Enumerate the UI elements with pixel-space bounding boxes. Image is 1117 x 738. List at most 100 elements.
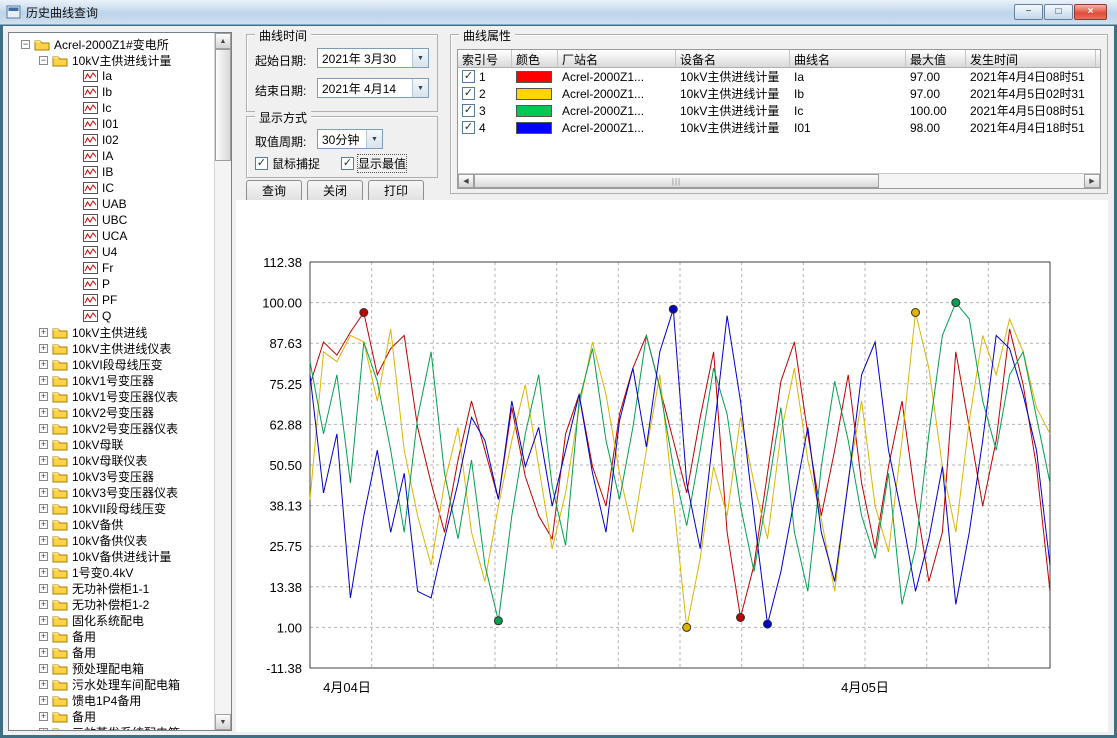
close-button[interactable]: 关闭 <box>307 180 363 202</box>
title-bar[interactable]: 历史曲线查询 − □ × <box>0 0 1117 25</box>
expand-icon[interactable]: + <box>39 504 48 513</box>
tree-scrollbar[interactable]: ▲ ▼ <box>214 33 231 730</box>
expand-icon[interactable]: + <box>39 680 48 689</box>
expand-icon[interactable]: + <box>39 632 48 641</box>
tree-item[interactable]: PF <box>9 292 214 308</box>
tree-item[interactable]: Ia <box>9 68 214 84</box>
tree-item[interactable]: +10kVI段母线压变 <box>9 356 214 372</box>
column-header[interactable]: 颜色 <box>512 50 558 67</box>
tree-item[interactable]: IA <box>9 148 214 164</box>
dropdown-arrow-icon[interactable]: ▼ <box>412 79 428 97</box>
show-extremes-checkbox[interactable]: ✓ 显示最值 <box>341 155 406 172</box>
dropdown-arrow-icon[interactable]: ▼ <box>366 130 382 148</box>
row-checkbox-checked-icon[interactable]: ✓ <box>462 70 475 83</box>
tree-item[interactable]: UCA <box>9 228 214 244</box>
tree-item[interactable]: +10kV备供仪表 <box>9 532 214 548</box>
expand-icon[interactable]: + <box>39 472 48 481</box>
tree-item[interactable]: +无功补偿柜1-1 <box>9 580 214 596</box>
tree-item[interactable]: +10kV1号变压器 <box>9 372 214 388</box>
row-checkbox-checked-icon[interactable]: ✓ <box>462 87 475 100</box>
expand-icon[interactable]: + <box>39 440 48 449</box>
collapse-icon[interactable]: − <box>39 56 48 65</box>
tree-item[interactable]: Q <box>9 308 214 324</box>
expand-icon[interactable]: + <box>39 344 48 353</box>
trend-chart[interactable]: 112.38100.0087.6375.2562.8850.5038.1325.… <box>236 200 1108 732</box>
tree-item[interactable]: +10kV备供进线计量 <box>9 548 214 564</box>
grid-hscrollbar[interactable]: ◀ ||| ▶ <box>458 173 1100 188</box>
tree-item[interactable]: +10kV2号变压器仪表 <box>9 420 214 436</box>
tree-item[interactable]: +固化系统配电 <box>9 612 214 628</box>
tree-item[interactable]: IB <box>9 164 214 180</box>
scroll-right-icon[interactable]: ▶ <box>1084 174 1100 188</box>
expand-icon[interactable]: + <box>39 552 48 561</box>
tree-item[interactable]: +10kV1号变压器仪表 <box>9 388 214 404</box>
minimize-icon[interactable]: − <box>1014 4 1043 20</box>
start-date-select[interactable]: 2021年 3月30 ▼ <box>317 48 429 68</box>
expand-icon[interactable]: + <box>39 360 48 369</box>
checkbox-checked-icon[interactable]: ✓ <box>255 157 268 170</box>
expand-icon[interactable]: + <box>39 712 48 721</box>
row-checkbox-checked-icon[interactable]: ✓ <box>462 121 475 134</box>
curve-row[interactable]: ✓4Acrel-2000Z1...10kV主供进线计量I0198.002021年… <box>458 119 1100 136</box>
column-header[interactable]: 设备名 <box>676 50 790 67</box>
column-header[interactable]: 发生时间 <box>966 50 1096 67</box>
expand-icon[interactable]: + <box>39 392 48 401</box>
expand-icon[interactable]: + <box>39 728 48 731</box>
tree-view[interactable]: −Acrel-2000Z1#变电所−10kV主供进线计量IaIbIcI01I02… <box>9 33 214 730</box>
close-icon[interactable]: × <box>1074 4 1107 20</box>
hscroll-thumb[interactable]: ||| <box>474 174 879 188</box>
tree-item[interactable]: +10kV2号变压器 <box>9 404 214 420</box>
tree-item[interactable]: −Acrel-2000Z1#变电所 <box>9 36 214 52</box>
column-header[interactable]: 厂站名 <box>558 50 676 67</box>
tree-item[interactable]: +预处理配电箱 <box>9 660 214 676</box>
expand-icon[interactable]: + <box>39 520 48 529</box>
tree-item[interactable]: +备用 <box>9 644 214 660</box>
expand-icon[interactable]: + <box>39 488 48 497</box>
print-button[interactable]: 打印 <box>368 180 424 202</box>
tree-item[interactable]: UBC <box>9 212 214 228</box>
expand-icon[interactable]: + <box>39 536 48 545</box>
tree-item[interactable]: +10kV主供进线仪表 <box>9 340 214 356</box>
tree-item[interactable]: U4 <box>9 244 214 260</box>
curve-row[interactable]: ✓1Acrel-2000Z1...10kV主供进线计量Ia97.002021年4… <box>458 68 1100 85</box>
tree-item[interactable]: P <box>9 276 214 292</box>
column-header[interactable]: 索引号 <box>458 50 512 67</box>
expand-icon[interactable]: + <box>39 424 48 433</box>
tree-item[interactable]: +10kV3号变压器仪表 <box>9 484 214 500</box>
column-header[interactable]: 最大值 <box>906 50 966 67</box>
tree-item[interactable]: −10kV主供进线计量 <box>9 52 214 68</box>
tree-item[interactable]: +备用 <box>9 708 214 724</box>
period-select[interactable]: 30分钟 ▼ <box>317 129 383 149</box>
expand-icon[interactable]: + <box>39 664 48 673</box>
scroll-up-icon[interactable]: ▲ <box>215 33 231 49</box>
expand-icon[interactable]: + <box>39 376 48 385</box>
collapse-icon[interactable]: − <box>21 40 30 49</box>
tree-item[interactable]: +10kV3号变压器 <box>9 468 214 484</box>
dropdown-arrow-icon[interactable]: ▼ <box>412 49 428 67</box>
tree-item[interactable]: I01 <box>9 116 214 132</box>
end-date-select[interactable]: 2021年 4月14 ▼ <box>317 78 429 98</box>
expand-icon[interactable]: + <box>39 584 48 593</box>
tree-item[interactable]: Ib <box>9 84 214 100</box>
expand-icon[interactable]: + <box>39 696 48 705</box>
checkbox-checked-icon[interactable]: ✓ <box>341 157 354 170</box>
curve-row[interactable]: ✓3Acrel-2000Z1...10kV主供进线计量Ic100.002021年… <box>458 102 1100 119</box>
tree-item[interactable]: Ic <box>9 100 214 116</box>
tree-item[interactable]: +馈电1P4备用 <box>9 692 214 708</box>
tree-item[interactable]: UAB <box>9 196 214 212</box>
tree-item[interactable]: Fr <box>9 260 214 276</box>
scroll-thumb[interactable] <box>215 49 231 161</box>
expand-icon[interactable]: + <box>39 408 48 417</box>
tree-item[interactable]: +10kV备供 <box>9 516 214 532</box>
expand-icon[interactable]: + <box>39 456 48 465</box>
tree-item[interactable]: +10kVII段母线压变 <box>9 500 214 516</box>
mouse-capture-checkbox[interactable]: ✓ 鼠标捕捉 <box>255 155 320 172</box>
scroll-down-icon[interactable]: ▼ <box>215 714 231 730</box>
scroll-left-icon[interactable]: ◀ <box>458 174 474 188</box>
expand-icon[interactable]: + <box>39 600 48 609</box>
scroll-track[interactable] <box>215 49 231 714</box>
row-checkbox-checked-icon[interactable]: ✓ <box>462 104 475 117</box>
hscroll-track[interactable] <box>879 174 1084 188</box>
tree-item[interactable]: +备用 <box>9 628 214 644</box>
query-button[interactable]: 查询 <box>246 180 302 202</box>
